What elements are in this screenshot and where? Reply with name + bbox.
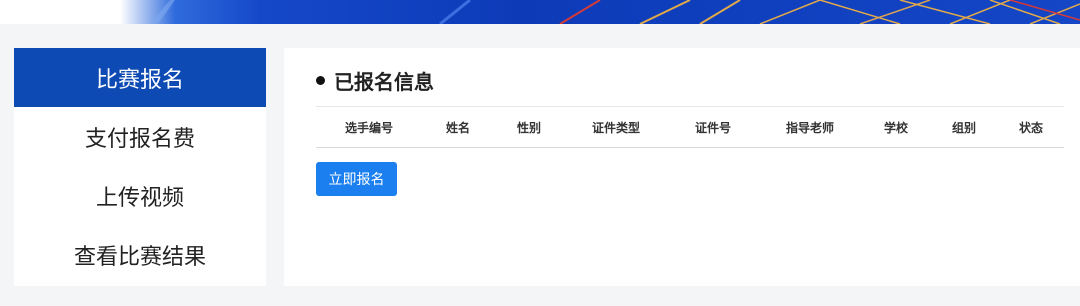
column-header-id-number: 证件号 <box>694 120 731 135</box>
sidebar-item-label: 上传视频 <box>95 185 184 211</box>
bullet-icon <box>316 75 325 85</box>
column-header-status: 状态 <box>1018 120 1043 135</box>
registration-table: 选手编号 姓名 性别 证件类型 证件号 指导老师 学校 组别 状态 <box>316 106 1064 148</box>
column-header-name: 姓名 <box>445 120 470 135</box>
sidebar-item-upload-video[interactable]: 上传视频 <box>14 166 266 225</box>
sidebar-item-label: 支付报名费 <box>84 126 195 152</box>
section-header: 已报名信息 <box>316 66 434 94</box>
header-banner <box>0 0 1080 24</box>
main-panel: 已报名信息 选手编号 姓名 性别 证件类型 证件号 指导老师 学校 组别 状态 <box>284 48 1080 286</box>
column-header-gender: 性别 <box>516 120 541 135</box>
column-header-school: 学校 <box>883 120 908 135</box>
column-header-instructor: 指导老师 <box>785 120 834 135</box>
sidebar-item-competition-signup[interactable]: 比赛报名 <box>14 48 266 107</box>
column-header-id-type: 证件类型 <box>591 120 640 135</box>
sidebar-item-view-results[interactable]: 查看比赛结果 <box>14 225 266 284</box>
page-title: 已报名信息 <box>334 69 434 94</box>
sidebar-item-pay-fee[interactable]: 支付报名费 <box>14 107 266 166</box>
column-header-player-id: 选手编号 <box>344 120 393 135</box>
banner-decoration <box>150 0 1080 24</box>
sidebar-item-label: 比赛报名 <box>95 67 184 93</box>
column-header-group: 组别 <box>951 120 976 135</box>
sidebar-item-label: 查看比赛结果 <box>73 244 206 270</box>
sidebar: 比赛报名 支付报名费 上传视频 查看比赛结果 <box>14 48 266 286</box>
table-header-row: 选手编号 姓名 性别 证件类型 证件号 指导老师 学校 组别 状态 <box>316 107 1064 147</box>
register-now-button[interactable]: 立即报名 <box>316 162 397 196</box>
